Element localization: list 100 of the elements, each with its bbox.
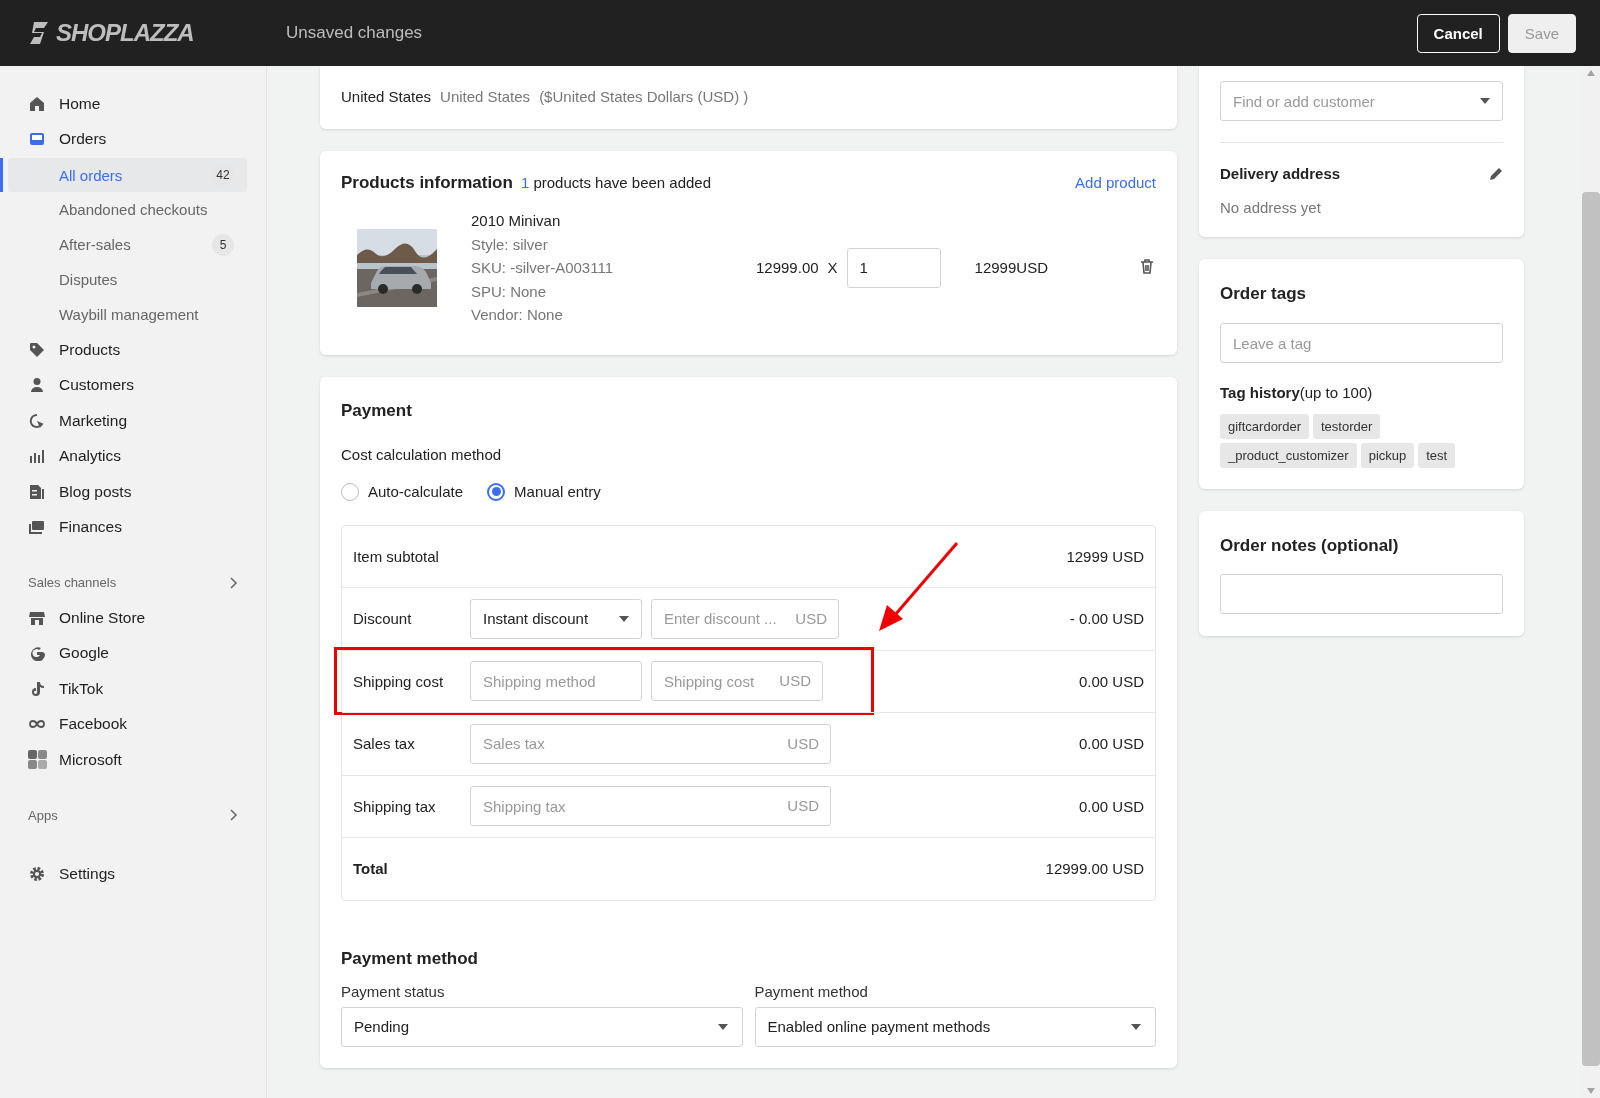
section-title: Delivery address — [1220, 165, 1341, 182]
section-heading[interactable]: Sales channels — [28, 575, 117, 590]
caret-icon — [717, 1023, 728, 1030]
nav-item[interactable]: Analytics — [0, 438, 266, 474]
discount-type-select[interactable]: Instant discount — [470, 598, 642, 639]
home-icon — [29, 95, 45, 112]
country-name: United States — [341, 88, 432, 105]
shipping-method-field[interactable]: Shipping method — [470, 661, 642, 702]
nav-item[interactable]: Facebook — [0, 706, 266, 742]
nav-subitem[interactable]: Abandoned checkouts — [8, 193, 247, 227]
cancel-button[interactable]: Cancel — [1416, 13, 1500, 53]
tag-input-field[interactable]: Leave a tag — [1220, 323, 1503, 363]
bar-chart-icon — [29, 448, 45, 465]
cash-icon — [29, 519, 45, 536]
nav-item[interactable]: Products — [0, 332, 266, 368]
cursor-target-icon — [29, 412, 45, 429]
scrollbar-thumb[interactable] — [1582, 192, 1600, 1066]
chevron-right-icon — [230, 576, 238, 589]
notes-field[interactable] — [1220, 574, 1503, 614]
section-title: Payment method — [341, 948, 479, 969]
nav-item[interactable]: Blog posts — [0, 474, 266, 510]
count-badge: 42 — [212, 164, 234, 186]
row-amount: 0.00 USD — [1078, 797, 1144, 815]
section-heading[interactable]: Apps — [28, 807, 58, 823]
dropdown-select[interactable]: Pending — [341, 1006, 743, 1047]
currency-unit: USD — [795, 609, 827, 627]
nav-item[interactable]: Microsoft — [0, 742, 266, 778]
tag-chip[interactable]: giftcardorder — [1220, 414, 1309, 439]
nav-item[interactable]: Settings — [0, 856, 266, 892]
count-badge: 5 — [212, 233, 234, 256]
row-label: Total — [353, 860, 389, 878]
product-name: 2010 Minivan — [471, 211, 562, 231]
caret-icon — [1131, 1023, 1141, 1030]
card-title: Products information — [341, 173, 513, 193]
product-detail: SPU: None — [471, 281, 548, 302]
currency-unit: USD — [787, 797, 819, 815]
field-label: Cost calculation method — [341, 445, 503, 463]
person-icon — [29, 377, 45, 394]
product-detail: Vendor: None — [471, 305, 564, 325]
currency-unit: USD — [779, 672, 811, 690]
delete-icon[interactable] — [1139, 258, 1154, 274]
dropdown-select[interactable]: Enabled online payment methods — [754, 1006, 1156, 1047]
add-product-link[interactable]: Add product — [1075, 174, 1156, 191]
nav-item[interactable]: Orders — [0, 121, 266, 157]
nav-item[interactable]: Customers — [0, 367, 266, 403]
currency-unit: USD — [787, 734, 819, 752]
row-amount: - 0.00 USD — [1069, 610, 1144, 628]
caret-icon — [619, 615, 629, 622]
tag-chip[interactable]: pickup — [1360, 443, 1415, 468]
tag-chip[interactable]: testorder — [1313, 414, 1381, 439]
product-detail: SKU: -silver-A003111 — [471, 258, 614, 278]
logo-mark-icon — [28, 20, 50, 46]
quantity-field[interactable]: 1 — [846, 247, 941, 288]
product-detail: Style: silver — [471, 234, 549, 255]
caret-icon — [1480, 98, 1490, 104]
nav-subitem[interactable]: Disputes — [8, 262, 247, 296]
logo: SHOPLAZZA — [28, 19, 286, 47]
radio-label: Manual entry — [514, 483, 601, 500]
edit-icon[interactable] — [1489, 166, 1503, 181]
nav-item[interactable]: TikTok — [0, 671, 266, 707]
field-label: Payment method — [754, 982, 869, 1000]
radio-label: Auto-calculate — [368, 483, 464, 500]
card-title: Order tags — [1220, 284, 1307, 304]
card-title: Order notes (optional) — [1220, 536, 1400, 556]
tag-chip[interactable]: _product_customizer — [1220, 443, 1357, 468]
card-title: Payment — [341, 400, 413, 421]
chevron-right-icon — [230, 809, 238, 821]
row-label: Shipping tax — [353, 797, 437, 815]
radio-button[interactable] — [487, 482, 506, 501]
nav-item[interactable]: Finances — [0, 509, 266, 545]
row-amount: 0.00 USD — [1078, 672, 1144, 690]
nav-item[interactable]: Online Store — [0, 600, 266, 636]
currency-text: ($United States Dollars (USD) ) — [539, 88, 749, 105]
tag-history-title: Tag history(up to 100) — [1220, 384, 1374, 401]
scroll-down-icon — [1587, 1088, 1595, 1094]
inbox-icon — [29, 131, 45, 148]
row-amount: 0.00 USD — [1078, 735, 1144, 753]
market-name: United States — [440, 88, 531, 105]
g-letter-icon — [29, 645, 45, 662]
nav-subitem[interactable]: After-sales 5 — [8, 227, 247, 262]
page-status-text: Unsaved changes — [286, 23, 424, 43]
tag-icon — [29, 341, 45, 358]
unit-price: 12999.00 — [756, 259, 819, 277]
nav-item[interactable]: Marketing — [0, 403, 266, 439]
row-amount: 12999 USD — [1066, 547, 1144, 565]
row-label: Shipping cost — [353, 672, 445, 690]
multiply-sign: X — [827, 259, 838, 277]
tag-chip[interactable]: test — [1418, 443, 1456, 468]
field-label: Payment status — [341, 982, 446, 1000]
products-count-text: 1 products have been added — [520, 174, 712, 191]
music-note-icon — [29, 680, 45, 697]
total-amount: 12999.00 USD — [1045, 860, 1144, 878]
nav-item[interactable]: Google — [0, 635, 266, 671]
line-total: 12999USD — [974, 259, 1049, 277]
storefront-icon — [29, 609, 45, 626]
row-label: Sales tax — [353, 735, 416, 753]
nav-subitem[interactable]: Waybill management — [8, 297, 247, 331]
scroll-up-icon — [1587, 70, 1595, 76]
row-label: Discount — [353, 610, 413, 628]
nav-item[interactable]: Home — [0, 86, 266, 122]
